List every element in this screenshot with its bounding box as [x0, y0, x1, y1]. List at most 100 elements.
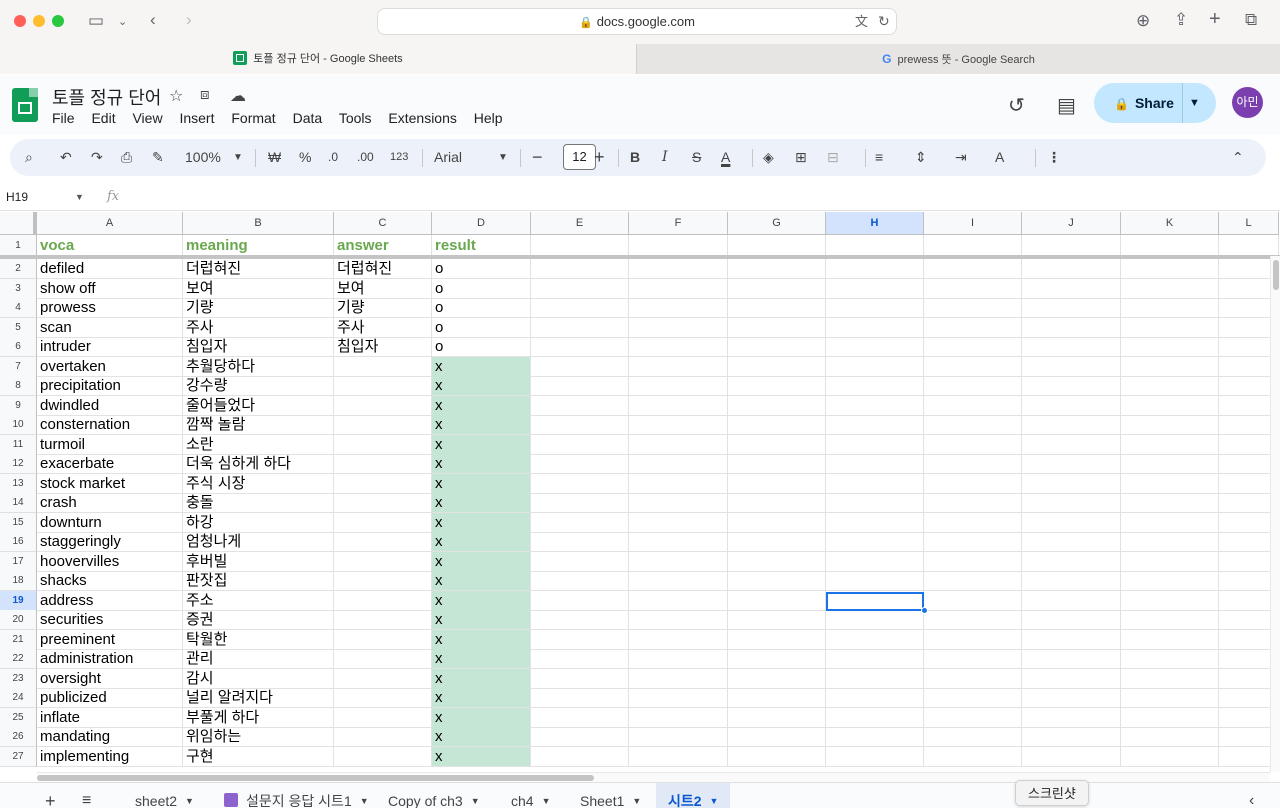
cell[interactable]: prowess: [37, 298, 183, 318]
cell[interactable]: defiled: [37, 259, 183, 279]
row-header[interactable]: 2: [0, 259, 37, 279]
horizontal-align-icon[interactable]: ≡: [875, 139, 883, 176]
cell[interactable]: [728, 552, 826, 572]
cell[interactable]: [1022, 435, 1121, 455]
cell[interactable]: [728, 435, 826, 455]
cell[interactable]: 침입자: [183, 337, 334, 357]
cell[interactable]: [629, 298, 728, 318]
row-header[interactable]: 26: [0, 727, 37, 747]
back-icon[interactable]: ‹: [150, 10, 156, 30]
sheet-tab[interactable]: ch4 ▼: [511, 783, 551, 808]
cell[interactable]: 구현: [183, 747, 334, 767]
cell[interactable]: stock market: [37, 474, 183, 494]
strikethrough-icon[interactable]: S: [692, 139, 701, 176]
cloud-status-icon[interactable]: ☁: [230, 86, 246, 106]
cell[interactable]: [629, 630, 728, 650]
row-header[interactable]: 12: [0, 454, 37, 474]
cell[interactable]: 증권: [183, 610, 334, 630]
row-header[interactable]: 18: [0, 571, 37, 591]
cell[interactable]: [334, 571, 432, 591]
cell[interactable]: [531, 435, 629, 455]
cell[interactable]: [334, 669, 432, 689]
menu-view[interactable]: View: [132, 110, 162, 126]
cell[interactable]: [1022, 552, 1121, 572]
column-header-h[interactable]: H: [826, 212, 924, 235]
cell[interactable]: answer: [334, 235, 432, 256]
zoom-window-button[interactable]: [52, 15, 64, 27]
cell[interactable]: x: [432, 727, 531, 747]
row-header[interactable]: 6: [0, 337, 37, 357]
column-header-d[interactable]: D: [432, 212, 531, 235]
cell[interactable]: [924, 435, 1022, 455]
cell[interactable]: 탁월한: [183, 630, 334, 650]
cell[interactable]: [1022, 235, 1121, 256]
cell[interactable]: [728, 493, 826, 513]
cell[interactable]: [924, 747, 1022, 767]
borders-icon[interactable]: ⊞: [795, 139, 807, 176]
cell[interactable]: [531, 552, 629, 572]
cell[interactable]: [1022, 396, 1121, 416]
cell[interactable]: [924, 591, 1022, 611]
merge-cells-icon[interactable]: ⊟: [827, 139, 839, 176]
cell[interactable]: [924, 415, 1022, 435]
cell[interactable]: [924, 337, 1022, 357]
cell[interactable]: [728, 591, 826, 611]
cell[interactable]: [629, 493, 728, 513]
cell[interactable]: [334, 376, 432, 396]
cell[interactable]: [1121, 649, 1219, 669]
cell[interactable]: [1022, 649, 1121, 669]
all-sheets-icon[interactable]: ≡: [82, 783, 91, 808]
row-header[interactable]: 16: [0, 532, 37, 552]
row-header[interactable]: 13: [0, 474, 37, 494]
cell[interactable]: [531, 235, 629, 256]
cell[interactable]: x: [432, 552, 531, 572]
menu-edit[interactable]: Edit: [91, 110, 115, 126]
cell[interactable]: 강수량: [183, 376, 334, 396]
cell[interactable]: precipitation: [37, 376, 183, 396]
share-button[interactable]: 🔒 Share ▼: [1094, 83, 1216, 123]
cell[interactable]: [826, 435, 924, 455]
cell[interactable]: x: [432, 396, 531, 416]
cell[interactable]: [1121, 493, 1219, 513]
font-size-input[interactable]: 12: [563, 144, 596, 170]
cell[interactable]: [826, 337, 924, 357]
cell[interactable]: publicized: [37, 688, 183, 708]
cell[interactable]: x: [432, 435, 531, 455]
cell[interactable]: [728, 708, 826, 728]
cell[interactable]: [924, 454, 1022, 474]
sheet-tab[interactable]: Sheet1 ▼: [580, 783, 641, 808]
cell[interactable]: [1022, 376, 1121, 396]
row-header[interactable]: 4: [0, 298, 37, 318]
cell[interactable]: [629, 396, 728, 416]
cell[interactable]: [629, 235, 728, 256]
cell[interactable]: [334, 649, 432, 669]
cell[interactable]: [924, 649, 1022, 669]
cell[interactable]: [1022, 279, 1121, 299]
cell[interactable]: [334, 415, 432, 435]
cell[interactable]: 기량: [183, 298, 334, 318]
cell[interactable]: [1022, 688, 1121, 708]
scroll-tabs-left-icon[interactable]: ‹: [1249, 783, 1254, 808]
menu-file[interactable]: File: [52, 110, 75, 126]
cell[interactable]: 더럽혀진: [334, 259, 432, 279]
cell[interactable]: [826, 532, 924, 552]
cell[interactable]: [826, 747, 924, 767]
cell[interactable]: [728, 649, 826, 669]
cell[interactable]: [629, 435, 728, 455]
add-sheet-icon[interactable]: +: [45, 783, 56, 808]
cell[interactable]: 하강: [183, 513, 334, 533]
cell[interactable]: [728, 688, 826, 708]
cell[interactable]: 기량: [334, 298, 432, 318]
cell[interactable]: [924, 318, 1022, 338]
cell[interactable]: x: [432, 688, 531, 708]
chevron-down-icon[interactable]: ⌄: [118, 12, 127, 32]
cell[interactable]: [531, 747, 629, 767]
cell[interactable]: [629, 376, 728, 396]
row-header[interactable]: 14: [0, 493, 37, 513]
cell[interactable]: [629, 532, 728, 552]
cell[interactable]: [531, 669, 629, 689]
cell[interactable]: [1121, 279, 1219, 299]
cell[interactable]: [1022, 474, 1121, 494]
avatar[interactable]: 아민: [1232, 87, 1263, 118]
cell[interactable]: [1121, 532, 1219, 552]
